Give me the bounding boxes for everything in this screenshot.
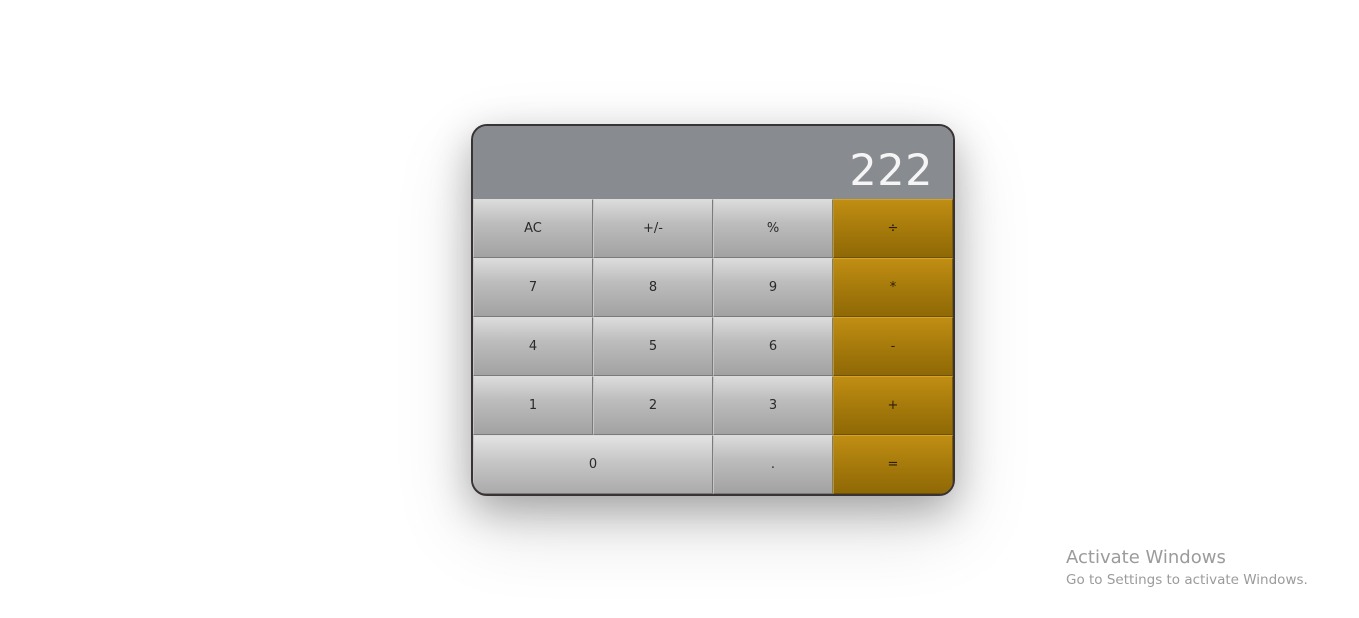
digit-9-button[interactable]: 9 bbox=[713, 258, 833, 317]
activate-windows-watermark: Activate Windows Go to Settings to activ… bbox=[1066, 546, 1308, 590]
multiply-button[interactable]: * bbox=[833, 258, 953, 317]
digit-5-button[interactable]: 5 bbox=[593, 317, 713, 376]
subtract-button[interactable]: - bbox=[833, 317, 953, 376]
digit-7-button[interactable]: 7 bbox=[473, 258, 593, 317]
digit-4-button[interactable]: 4 bbox=[473, 317, 593, 376]
divide-button[interactable]: ÷ bbox=[833, 199, 953, 258]
watermark-title: Activate Windows bbox=[1066, 547, 1226, 568]
digit-3-button[interactable]: 3 bbox=[713, 376, 833, 435]
digit-0-button[interactable]: 0 bbox=[473, 435, 713, 494]
equals-button[interactable]: = bbox=[833, 435, 953, 494]
toggle-sign-button[interactable]: +/- bbox=[593, 199, 713, 258]
clear-button[interactable]: AC bbox=[473, 199, 593, 258]
keypad: AC +/- % ÷ 7 8 9 * 4 5 6 - 1 2 3 + 0 . = bbox=[473, 199, 953, 494]
add-button[interactable]: + bbox=[833, 376, 953, 435]
watermark-subtitle: Go to Settings to activate Windows. bbox=[1066, 572, 1308, 588]
digit-1-button[interactable]: 1 bbox=[473, 376, 593, 435]
calculator: 222 AC +/- % ÷ 7 8 9 * 4 5 6 - 1 2 3 + 0… bbox=[471, 124, 955, 496]
display-value: 222 bbox=[849, 146, 933, 196]
calculator-display: 222 bbox=[473, 126, 953, 199]
digit-6-button[interactable]: 6 bbox=[713, 317, 833, 376]
decimal-button[interactable]: . bbox=[713, 435, 833, 494]
digit-2-button[interactable]: 2 bbox=[593, 376, 713, 435]
digit-8-button[interactable]: 8 bbox=[593, 258, 713, 317]
percent-button[interactable]: % bbox=[713, 199, 833, 258]
